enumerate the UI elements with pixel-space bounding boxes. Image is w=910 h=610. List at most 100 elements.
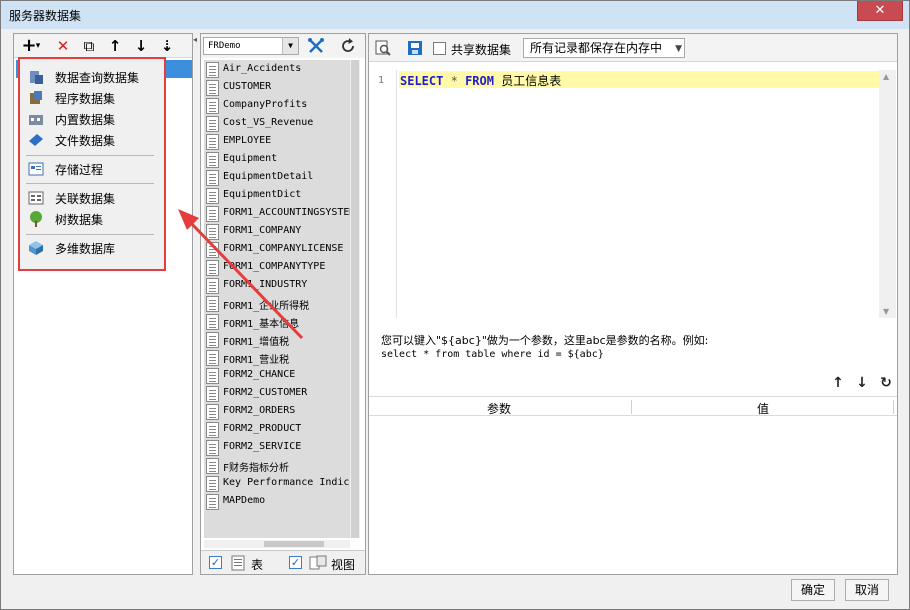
sql-editor[interactable]: 1 SELECT * FROM 员工信息表 ▲ ▼ [369,70,897,318]
chevron-down-icon: ▼ [282,38,298,54]
cube-icon [29,241,43,255]
table-row[interactable]: FORM1_ACCOUNTINGSYSTEM [204,205,350,223]
menu-item-relation[interactable]: 关联数据集 [28,188,158,208]
move-up-button[interactable]: ↑ [106,37,124,55]
hscrollbar-thumb[interactable] [264,541,324,547]
table-icon [206,152,219,168]
menu-item-db-query[interactable]: 数据查询数据集 [28,67,158,87]
table-row[interactable]: FORM1_基本信息 [204,313,350,331]
table-row[interactable]: EquipmentDetail [204,169,350,187]
param-name-header: 参数 [487,402,512,416]
table-row[interactable]: FORM2_ORDERS [204,403,350,421]
program-icon [30,91,42,104]
add-dropdown-icon[interactable]: ▾ [34,37,42,55]
collapse-left-icon[interactable]: ◂ [193,35,197,44]
table-list-hscrollbar[interactable] [204,540,350,548]
param-move-up-icon[interactable]: ↑ [829,374,847,392]
cache-mode-select[interactable]: 所有记录都保存在内存中 ▼ [523,38,685,58]
table-row[interactable]: FORM1_INDUSTRY [204,277,350,295]
menu-item-procedure[interactable]: 存储过程 [28,159,158,179]
param-refresh-icon[interactable]: ↻ [877,374,895,392]
sql-text[interactable]: SELECT * FROM 员工信息表 [400,72,561,89]
column-divider[interactable] [893,400,894,414]
table-row[interactable]: FORM2_CHANCE [204,367,350,385]
table-row[interactable]: FORM1_企业所得税 [204,295,350,313]
menu-separator [26,183,154,184]
tree-icon [30,211,42,227]
table-row[interactable]: EquipmentDict [204,187,350,205]
preview-icon[interactable] [375,40,391,56]
param-value-header: 值 [757,402,770,416]
table-icon [206,350,219,366]
table-row[interactable]: FORM2_PRODUCT [204,421,350,439]
table-row[interactable]: FORM2_CUSTOMER [204,385,350,403]
sql-editor-panel: 共享数据集 所有记录都保存在内存中 ▼ 1 SELECT * FROM 员工信息… [368,33,898,575]
connection-settings-icon[interactable] [307,37,325,55]
line-number: 1 [378,75,385,86]
menu-item-cube[interactable]: 多维数据库 [28,238,158,258]
table-name: FORM2_ORDERS [223,405,296,416]
table-icon [206,494,219,510]
move-down-button[interactable]: ↓ [132,37,150,55]
table-row[interactable]: FORM1_营业税 [204,349,350,367]
table-name: FORM1_企业所得税 [223,301,310,312]
table-row[interactable]: FORM1_COMPANYLICENSE [204,241,350,259]
table-row[interactable]: EMPLOYEE [204,133,350,151]
connection-select[interactable]: FRDemo ▼ [203,37,299,55]
table-row[interactable]: CUSTOMER [204,79,350,97]
editor-scrollbar[interactable]: ▲ ▼ [879,70,896,318]
table-row[interactable]: Cost_VS_Revenue [204,115,350,133]
scroll-up-icon[interactable]: ▲ [883,72,889,81]
table-row[interactable]: CompanyProfits [204,97,350,115]
refresh-icon[interactable] [339,37,357,55]
table-row[interactable]: FORM1_COMPANY [204,223,350,241]
table-row[interactable]: FORM2_SERVICE [204,439,350,457]
column-divider[interactable] [631,400,632,414]
sort-button[interactable]: ⇣ [158,37,176,55]
parameter-table-header: 参数 值 [369,396,897,416]
table-list-scrollbar[interactable] [350,60,360,538]
table-row[interactable]: F财务指标分析 [204,457,350,475]
table-name: FORM1_增值税 [223,337,290,348]
cancel-button[interactable]: 取消 [845,579,889,601]
show-views-label: 视图 [331,558,356,572]
file-icon [29,134,43,146]
table-row[interactable]: MAPDemo [204,493,350,511]
table-row[interactable]: Air_Accidents [204,61,350,79]
table-row[interactable]: Equipment [204,151,350,169]
table-name: FORM2_CHANCE [223,369,296,380]
show-tables-checkbox[interactable]: ✓ [209,556,222,569]
menu-item-program[interactable]: 程序数据集 [28,88,158,108]
table-icon [206,206,219,222]
menu-item-file[interactable]: 文件数据集 [28,130,158,150]
table-name: FORM1_COMPANYTYPE [223,261,326,272]
show-views-checkbox[interactable]: ✓ [289,556,302,569]
table-icon [206,368,219,384]
scroll-down-icon[interactable]: ▼ [883,307,889,316]
table-row[interactable]: FORM1_增值税 [204,331,350,349]
table-row[interactable]: FORM1_COMPANYTYPE [204,259,350,277]
share-dataset-checkbox[interactable] [433,42,446,55]
table-icon [206,278,219,294]
delete-button[interactable]: ✕ [54,37,72,55]
table-icon [206,458,219,474]
export-icon[interactable] [407,40,423,56]
copy-button[interactable]: ⧉ [80,37,98,55]
window-title: 服务器数据集 [9,9,82,23]
table-icon [206,440,219,456]
table-name: FORM2_SERVICE [223,441,302,452]
close-button[interactable]: ✕ [857,1,903,21]
sql-star: * [450,74,458,88]
scrollbar-thumb[interactable] [351,60,359,538]
menu-item-tree[interactable]: 树数据集 [28,209,158,229]
table-row[interactable]: Key Performance Indicators [204,475,350,493]
param-move-down-icon[interactable]: ↓ [853,374,871,392]
table-name: Equipment [223,153,278,164]
share-dataset-label: 共享数据集 [451,43,512,57]
table-name: FORM1_COMPANY [223,225,302,236]
table-icon [206,314,219,330]
menu-item-builtin[interactable]: 内置数据集 [28,109,158,129]
builtin-icon [29,115,43,125]
ok-button[interactable]: 确定 [791,579,835,601]
table-icon [206,422,219,438]
